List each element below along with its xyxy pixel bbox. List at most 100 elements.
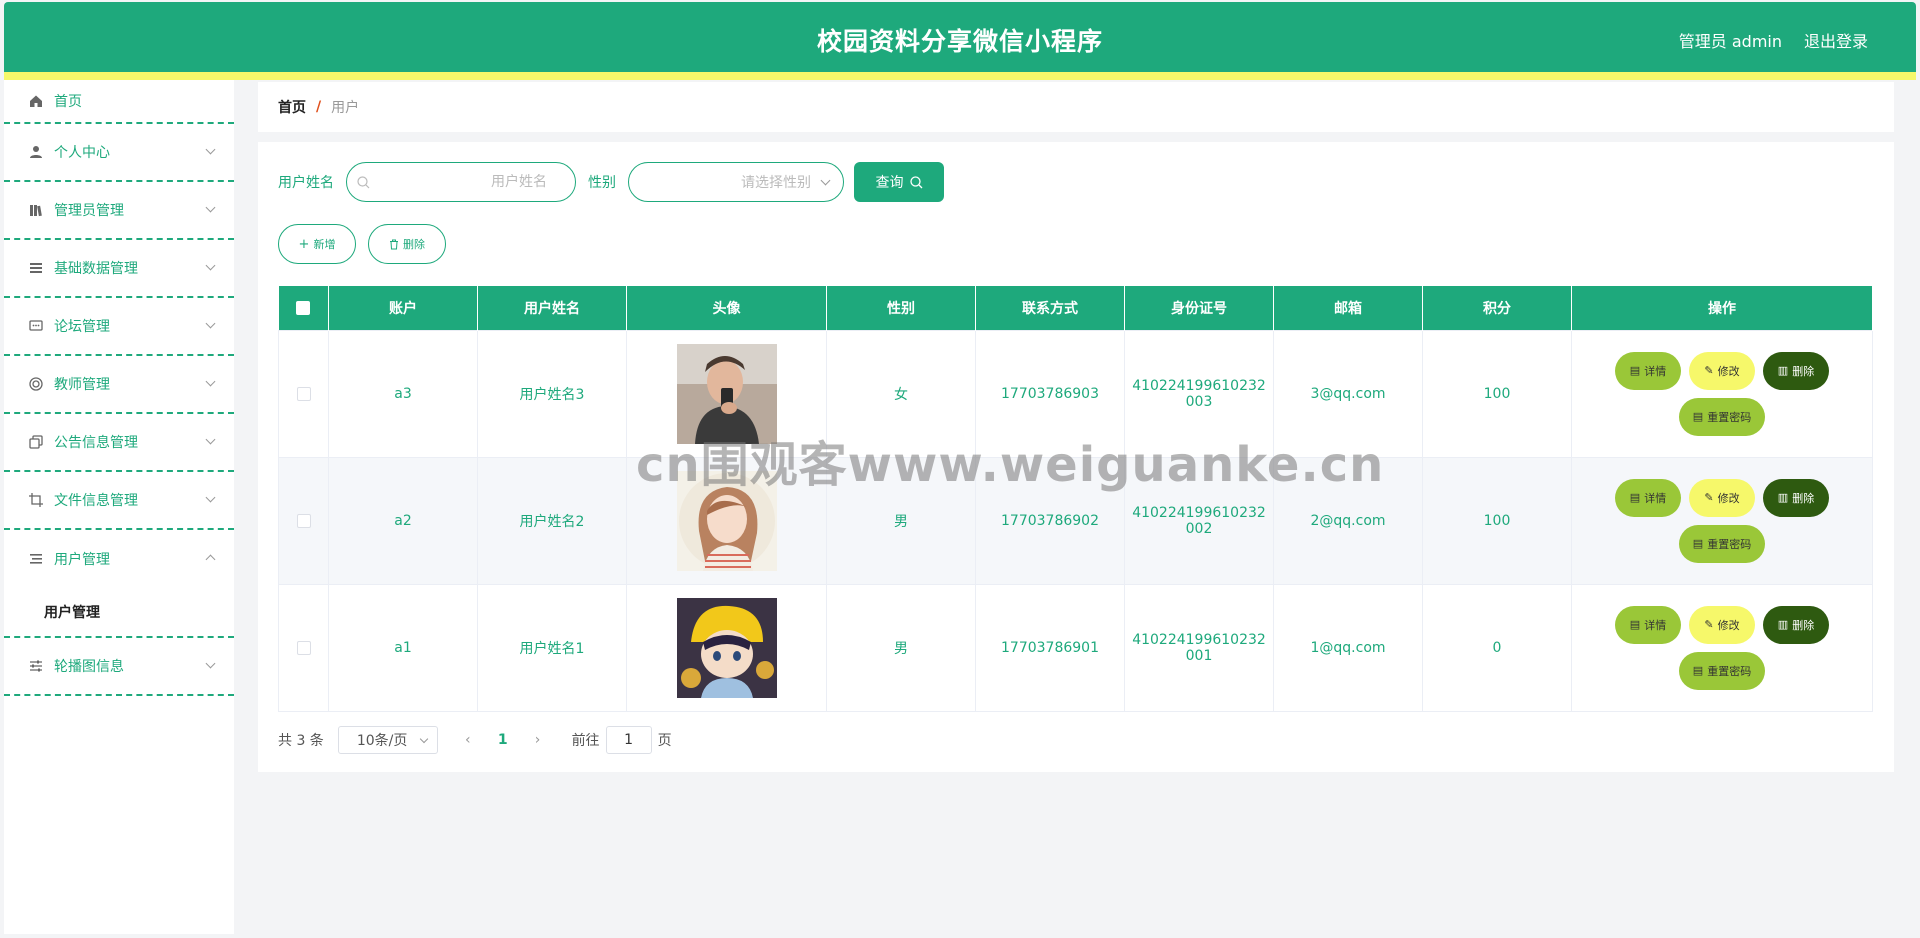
books-icon	[28, 202, 44, 218]
prev-page-icon[interactable]: ‹	[458, 732, 478, 748]
edit-button[interactable]: ✎ 修改	[1689, 351, 1755, 390]
idcard-cell: 410224199610232 001	[1124, 583, 1274, 712]
delete-label: 删除	[1792, 364, 1815, 378]
delete-button[interactable]: ▥ 删除	[1763, 478, 1829, 517]
sidebar-item-label: 论坛管理	[54, 319, 110, 335]
sidebar-item-notices[interactable]: 公告信息管理	[4, 414, 234, 472]
sidebar-item-label: 管理员管理	[54, 203, 124, 219]
sidebar-item-profile[interactable]: 个人中心	[4, 124, 234, 182]
name-cell: 用户姓名2	[477, 456, 627, 585]
sidebar-item-teachers[interactable]: 教师管理	[4, 356, 234, 414]
row-select-cell	[278, 329, 329, 458]
avatar-cell	[626, 583, 827, 712]
name-filter-input[interactable]	[357, 174, 547, 190]
pencil-icon: ✎	[1704, 618, 1714, 631]
sidebar-item-admins[interactable]: 管理员管理	[4, 182, 234, 240]
detail-button[interactable]: ▤ 详情	[1615, 478, 1681, 517]
gender-select[interactable]: 请选择性别	[628, 162, 844, 202]
current-user: 管理员 admin	[1678, 32, 1782, 51]
reset-password-button[interactable]: ▤ 重置密码	[1679, 524, 1765, 563]
plus-icon: +	[298, 236, 310, 252]
doc-icon: ▤	[1629, 491, 1641, 504]
column-header: 联系方式	[975, 286, 1125, 330]
sidebar-item-label: 个人中心	[54, 145, 110, 161]
sidebar-item-users[interactable]: 用户管理	[4, 530, 234, 588]
page-jump-input[interactable]	[605, 726, 652, 754]
bulk-delete-button[interactable]: 删除	[368, 224, 446, 264]
pencil-icon: ✎	[1704, 364, 1714, 377]
idcard-cell: 410224199610232 003	[1124, 329, 1274, 458]
page-size-value: 10条/页	[356, 733, 408, 749]
sidebar-subitem-users[interactable]: 用户管理	[4, 588, 234, 636]
column-header: 用户姓名	[477, 286, 627, 330]
menu-icon	[28, 551, 44, 567]
select-all-checkbox[interactable]	[296, 300, 311, 315]
breadcrumb-home[interactable]: 首页	[278, 97, 306, 117]
row-checkbox[interactable]	[296, 640, 311, 655]
query-button[interactable]: 查询	[854, 162, 944, 202]
sidebar-item-files[interactable]: 文件信息管理	[4, 472, 234, 530]
page-number[interactable]: 1	[498, 732, 508, 748]
table-row: a1 用户姓名1 男 17703786901 410224199610232 0…	[278, 583, 1873, 712]
column-header: 身份证号	[1124, 286, 1274, 330]
trash-icon: ▥	[1777, 618, 1789, 631]
email-cell: 1@qq.com	[1273, 583, 1423, 712]
delete-label: 删除	[1792, 618, 1815, 632]
row-checkbox[interactable]	[296, 386, 311, 401]
row-checkbox[interactable]	[296, 513, 311, 528]
sidebar: 首页 个人中心 管理员管理 基础数据管理 论坛管理 教师管理 公告信息管理 文件…	[4, 80, 234, 934]
detail-button[interactable]: ▤ 详情	[1615, 605, 1681, 644]
user-table: 账户 用户姓名 头像 性别 联系方式 身份证号 邮箱 积分 操作 a3 用户姓名…	[278, 286, 1873, 712]
sidebar-item-home[interactable]: 首页	[4, 80, 234, 124]
avatar-cell	[626, 329, 827, 458]
sidebar-item-basedata[interactable]: 基础数据管理	[4, 240, 234, 298]
phone-cell: 17703786901	[975, 583, 1125, 712]
chevron-down-icon	[205, 434, 216, 445]
reset-password-button[interactable]: ▤ 重置密码	[1679, 397, 1765, 436]
chevron-down-icon	[419, 734, 429, 744]
sidebar-item-forum[interactable]: 论坛管理	[4, 298, 234, 356]
gender-cell: 男	[826, 456, 976, 585]
table-row: a3 用户姓名3 女 17703786903 410224199610232 0…	[278, 329, 1873, 458]
chevron-down-icon	[205, 144, 216, 155]
breadcrumb-current: 用户	[331, 100, 360, 116]
logout-link[interactable]: 退出登录	[1804, 28, 1868, 52]
idcard-part: 003	[1185, 393, 1213, 410]
points-cell: 100	[1422, 456, 1572, 585]
edit-button[interactable]: ✎ 修改	[1689, 605, 1755, 644]
doc-icon: ▤	[1629, 364, 1641, 377]
query-button-label: 查询	[875, 175, 904, 191]
doc-icon: ▤	[1629, 618, 1641, 631]
reset-label: 重置密码	[1707, 537, 1752, 551]
chevron-down-icon	[205, 492, 216, 503]
idcard-part: 410224199610232	[1132, 377, 1266, 394]
header-stripe	[4, 72, 1916, 80]
avatar-cell	[626, 456, 827, 585]
sidebar-item-carousel[interactable]: 轮播图信息	[4, 638, 234, 696]
delete-button[interactable]: ▥ 删除	[1763, 351, 1829, 390]
account-cell: a3	[328, 329, 478, 458]
gender-cell: 男	[826, 583, 976, 712]
doc-icon: ▤	[1692, 664, 1704, 677]
detail-button[interactable]: ▤ 详情	[1615, 351, 1681, 390]
next-page-icon[interactable]: ›	[528, 732, 548, 748]
breadcrumb-separator: /	[316, 99, 322, 115]
add-button-label: 新增	[313, 238, 336, 251]
column-header: 操作	[1571, 286, 1873, 330]
page-size-select[interactable]: 10条/页	[337, 726, 438, 754]
chat-icon	[28, 318, 44, 334]
total-count: 共 3 条	[278, 733, 324, 749]
reset-password-button[interactable]: ▤ 重置密码	[1679, 651, 1765, 690]
row-select-cell	[278, 583, 329, 712]
pencil-icon: ✎	[1704, 491, 1714, 504]
edit-button[interactable]: ✎ 修改	[1689, 478, 1755, 517]
target-icon	[28, 376, 44, 392]
detail-label: 详情	[1644, 618, 1667, 632]
add-button[interactable]: + 新增	[278, 224, 356, 264]
delete-button[interactable]: ▥ 删除	[1763, 605, 1829, 644]
detail-label: 详情	[1644, 364, 1667, 378]
person-icon	[28, 144, 44, 160]
sidebar-item-label: 公告信息管理	[54, 435, 138, 451]
sidebar-item-label: 基础数据管理	[54, 261, 138, 277]
edit-label: 修改	[1717, 618, 1740, 632]
